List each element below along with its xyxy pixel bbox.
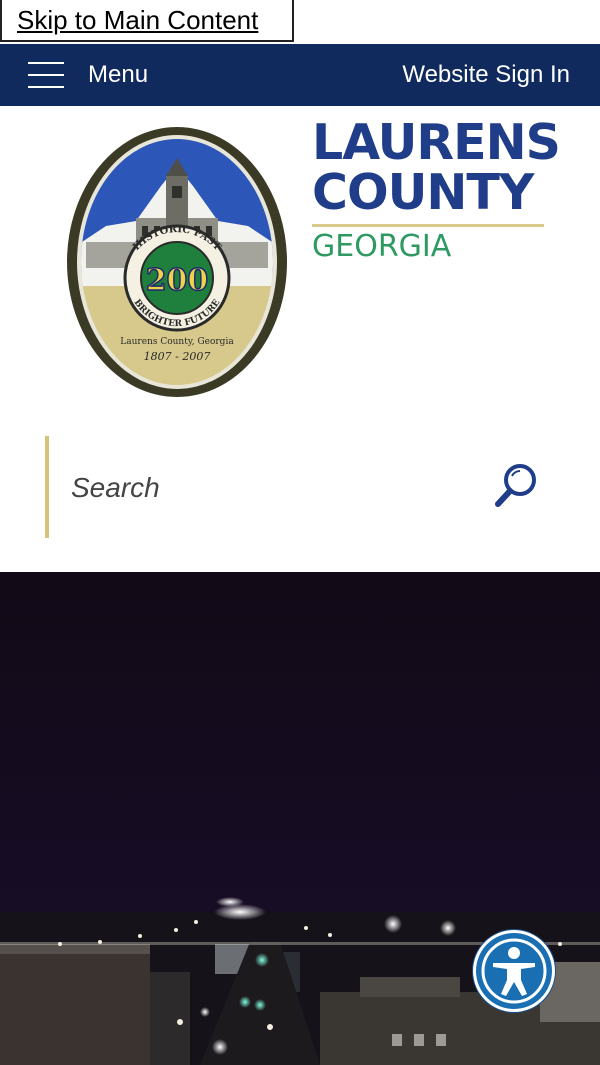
hamburger-icon — [28, 62, 64, 88]
wordmark-georgia: GEORGIA — [312, 229, 452, 264]
wordmark-county: COUNTY — [312, 164, 534, 221]
menu-label: Menu — [88, 61, 149, 88]
search-bar — [45, 436, 550, 538]
search-button[interactable] — [492, 460, 542, 514]
website-sign-in-link[interactable]: Website Sign In — [402, 44, 570, 106]
seal-place: Laurens County, Georgia — [120, 337, 234, 347]
top-navigation-bar: Menu Website Sign In — [0, 44, 600, 106]
wordmark-laurens: LAURENS — [312, 114, 561, 171]
county-wordmark-logo[interactable]: LAURENS COUNTY GEORGIA — [312, 114, 561, 267]
seal-number: 200 — [146, 263, 209, 298]
search-input[interactable] — [69, 462, 453, 514]
seal-years: 1807 - 2007 — [144, 350, 211, 363]
accessibility-person-icon — [476, 933, 552, 1009]
skip-to-main-content-link[interactable]: Skip to Main Content — [0, 0, 294, 42]
county-seal-logo[interactable]: 200 HISTORIC PAST BRIGHTER FUTURE Lauren… — [66, 126, 288, 398]
menu-button[interactable]: Menu — [28, 44, 148, 106]
accessibility-button[interactable] — [473, 930, 555, 1012]
magnifier-icon — [495, 464, 536, 507]
